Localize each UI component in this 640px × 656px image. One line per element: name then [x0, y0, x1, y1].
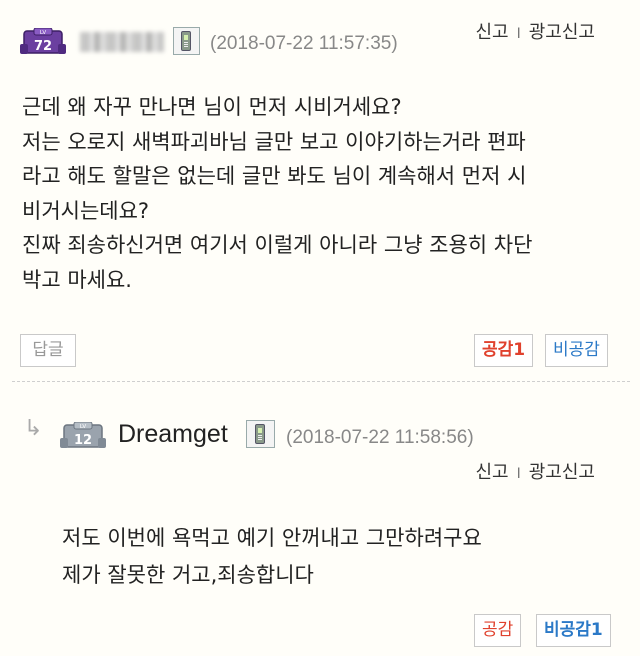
comment-datetime: (2018-07-22 11:58:56) [286, 427, 474, 448]
dislike-button[interactable]: 비공감 [545, 334, 608, 367]
author-name-blurred[interactable] [80, 32, 164, 52]
comment-body: 근데 왜 자꾸 만나면 님이 먼저 시비거세요? 저는 오로지 새벽파괴바님 글… [22, 95, 533, 292]
comment-body: 저도 이번에 욕먹고 예기 안꺼내고 그만하려구요 제가 잘못한 거고,죄송합니… [62, 526, 482, 587]
comment-divider [12, 381, 630, 382]
comment-datetime: (2018-07-22 11:57:35) [210, 33, 398, 54]
level-tag: LV [40, 30, 46, 36]
level-badge-icon: LV 12 [60, 422, 106, 450]
reply-arrow-icon: ↳ [24, 416, 43, 441]
dislike-button[interactable]: 비공감1 [536, 614, 611, 647]
comment-item: LV 72 (2018-07-22 11:57:35) 신고 I 광고신고 근데 왜… [0, 0, 640, 378]
level-number: 12 [74, 433, 92, 448]
author-nickname[interactable]: Dreamget [118, 420, 228, 448]
ad-report-link[interactable]: 광고신고 [529, 22, 595, 43]
level-badge-icon: LV 72 [20, 28, 66, 56]
reply-comment-item: ↳ LV 12 Dreamget (2018-07-22 11:58:56) 신… [0, 386, 640, 656]
report-link[interactable]: 신고 [475, 462, 508, 483]
like-button[interactable]: 공감 [474, 614, 522, 647]
report-links: 신고 I 광고신고 [475, 22, 595, 45]
mobile-phone-icon [246, 420, 275, 448]
separator: I [516, 26, 521, 42]
report-link[interactable]: 신고 [475, 22, 508, 43]
reply-button[interactable]: 답글 [20, 334, 76, 367]
level-tag: LV [80, 424, 86, 430]
level-number: 72 [34, 39, 52, 54]
report-links: 신고 I 광고신고 [475, 462, 595, 485]
mobile-phone-icon [173, 27, 200, 55]
ad-report-link[interactable]: 광고신고 [529, 462, 595, 483]
like-button[interactable]: 공감1 [474, 334, 534, 367]
separator: I [516, 466, 521, 482]
